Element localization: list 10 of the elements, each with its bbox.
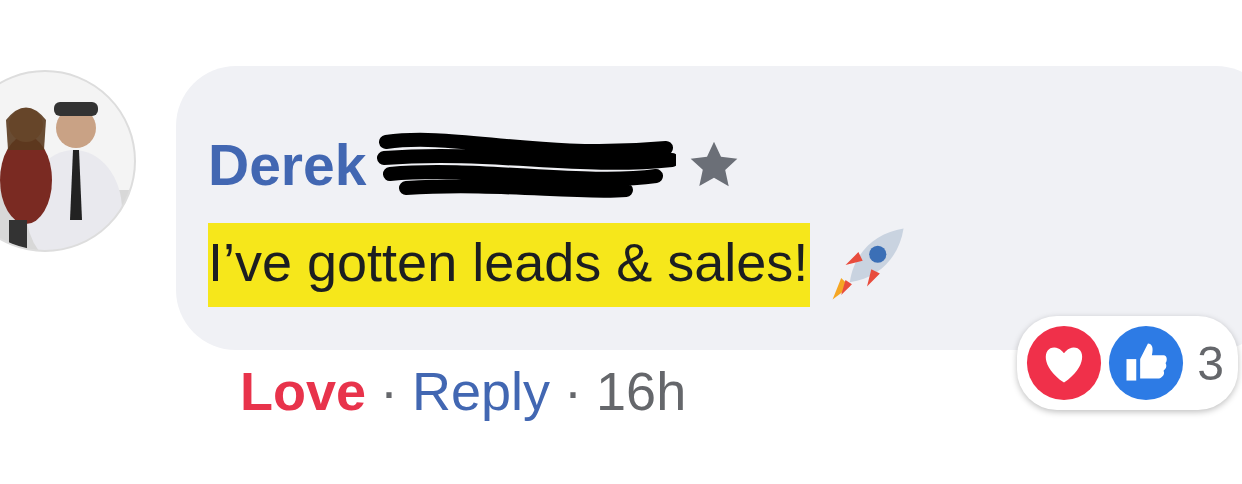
reactions-summary[interactable]: 3	[1017, 316, 1238, 410]
separator-dot: ·	[380, 360, 399, 422]
reaction-count: 3	[1197, 335, 1224, 391]
timestamp[interactable]: 16h	[596, 360, 687, 422]
separator-dot: ·	[564, 360, 583, 422]
love-link[interactable]: Love	[240, 360, 367, 422]
author-name[interactable]: Derek	[208, 132, 367, 198]
reply-link[interactable]: Reply	[412, 360, 551, 422]
comment-text: I’ve gotten leads & sales!	[208, 223, 811, 307]
thumbs-up-icon	[1107, 324, 1186, 402]
